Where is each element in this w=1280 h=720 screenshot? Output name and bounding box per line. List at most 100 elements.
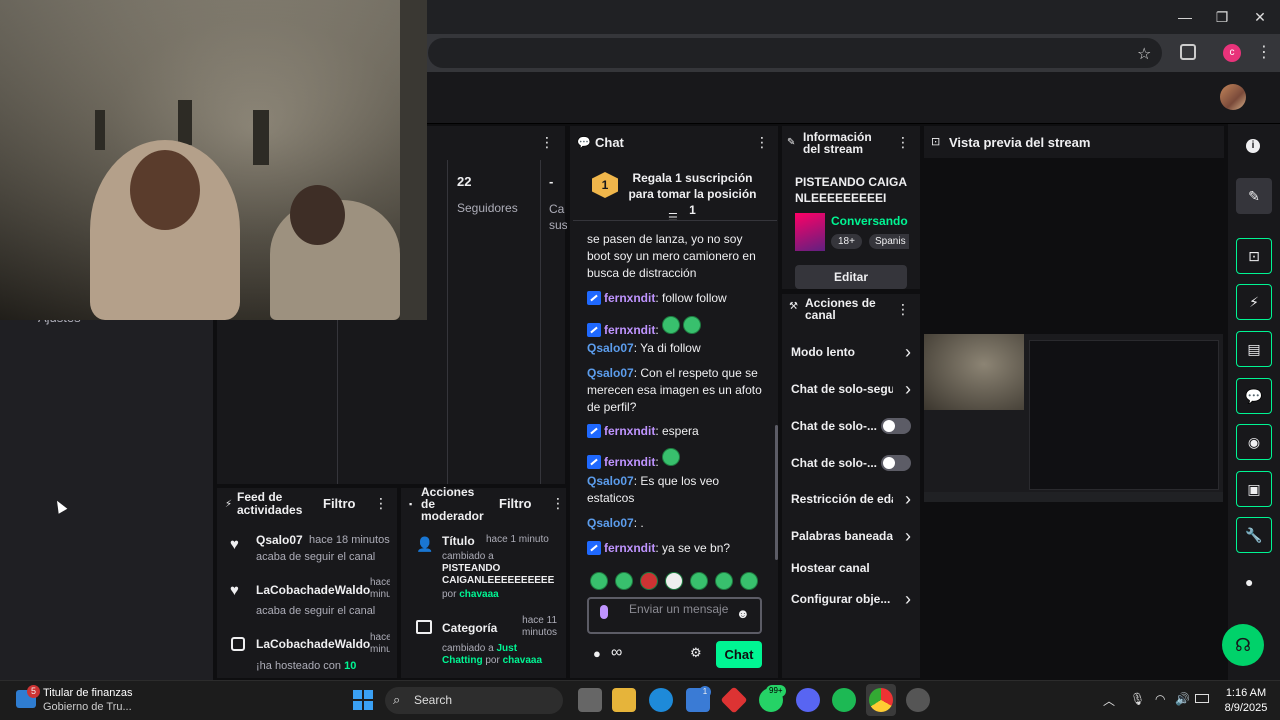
chat-username[interactable]: fernxndit [604, 424, 655, 438]
toggle-switch[interactable] [881, 455, 911, 471]
widget-title[interactable]: Titular de finanzas [43, 687, 132, 699]
wifi-icon[interactable]: ◠ [1155, 692, 1165, 706]
stream-tag[interactable]: Spanis [869, 234, 909, 249]
preview-icon: ⊡ [931, 136, 941, 148]
windows-start-icon[interactable] [353, 690, 373, 710]
chat-text: : follow follow [655, 291, 727, 305]
close-button[interactable]: ✕ [1245, 6, 1275, 28]
emoji-picker-icon[interactable]: ☻ [736, 606, 750, 621]
channel-points-icon[interactable]: ● [593, 646, 601, 661]
activity-user[interactable]: LaCobachadeWaldo [256, 637, 370, 651]
stream-category[interactable]: Conversando [831, 214, 908, 228]
taskbar-date[interactable]: 8/9/2025 [1222, 702, 1270, 714]
gift-sub-banner[interactable]: Regala 1 suscripción para tomar la posic… [625, 170, 760, 218]
action-slow-mode[interactable]: Modo lento › [791, 342, 911, 362]
activity-user[interactable]: LaCobachadeWaldo [256, 583, 370, 597]
user-avatar[interactable] [1220, 84, 1246, 110]
emote-icon[interactable] [715, 572, 733, 590]
whatsapp-badge: 99+ [766, 685, 786, 697]
emote-icon[interactable] [740, 572, 758, 590]
taskbar-search[interactable] [385, 687, 563, 714]
emote-icon[interactable] [590, 572, 608, 590]
maximize-button[interactable]: ❐ [1207, 6, 1237, 28]
taskbar-time[interactable]: 1:16 AM [1224, 687, 1268, 699]
activity-filter-button[interactable]: Filtro [323, 496, 356, 511]
activity-user[interactable]: Qsalo07 [256, 533, 303, 547]
spotify-icon[interactable] [832, 688, 856, 712]
expand-icon[interactable]: ☰ [668, 211, 678, 224]
edge-icon[interactable] [649, 688, 673, 712]
action-followers-only[interactable]: Chat de solo-segu › [791, 379, 911, 399]
heart-icon: ♥ [230, 536, 239, 553]
emote-icon[interactable] [665, 572, 683, 590]
task-view-icon[interactable] [578, 688, 602, 712]
volume-icon[interactable]: 🔊 [1175, 692, 1190, 706]
chat-send-button[interactable]: Chat [716, 641, 762, 668]
mod-item-time: hace 1 minuto [486, 534, 549, 545]
chat-more-icon[interactable]: ⋮ [755, 134, 769, 151]
chat-username[interactable]: fernxndit [604, 541, 655, 555]
mod-filter-button[interactable]: Filtro [499, 496, 532, 511]
emote-icon[interactable] [640, 572, 658, 590]
mic-tray-icon[interactable]: 🎙 [1130, 692, 1145, 706]
emote-icon[interactable] [690, 572, 708, 590]
mod-badge-icon [587, 541, 601, 555]
quick-stats-more-icon[interactable]: ⋮ [540, 134, 554, 151]
chat-text: : Ya di follow [633, 341, 701, 355]
broadcast-button[interactable]: ◉ [1236, 424, 1272, 460]
stream-info-more-icon[interactable]: ⋮ [896, 134, 910, 151]
action-age-restriction[interactable]: Restricción de eda › [791, 489, 911, 509]
chat-username[interactable]: Qsalo07 [587, 341, 634, 355]
minimize-button[interactable]: — [1170, 6, 1200, 28]
mic-icon[interactable] [600, 605, 608, 619]
emote-icon[interactable] [615, 572, 633, 590]
help-headset-button[interactable]: ☊ [1222, 624, 1264, 666]
info-icon[interactable]: i [1246, 139, 1260, 153]
edit-mode-button[interactable]: ✎ [1236, 178, 1272, 214]
chat-settings-gear-icon[interactable]: ⚙ [690, 645, 702, 661]
toggle-switch[interactable] [881, 418, 911, 434]
category-icon [416, 620, 432, 634]
mod-by-user[interactable]: chavaaa [459, 589, 498, 600]
mod-more-icon[interactable]: ⋮ [551, 495, 565, 512]
action-subs-only[interactable]: Chat de solo-... [791, 416, 911, 436]
chat-scrollbar[interactable] [775, 425, 778, 560]
chat-username[interactable]: fernxndit [604, 323, 655, 337]
extensions-icon[interactable] [1180, 44, 1196, 60]
address-bar[interactable] [428, 38, 1162, 68]
action-host-channel[interactable]: Hostear canal [791, 558, 911, 578]
edit-stream-button[interactable]: Editar [795, 265, 907, 289]
discord-icon[interactable] [796, 688, 820, 712]
bookmark-star-icon[interactable]: ☆ [1137, 44, 1151, 64]
channel-actions-more-icon[interactable]: ⋮ [896, 301, 910, 318]
profile-avatar[interactable]: c [1223, 44, 1241, 62]
channel-points-icon[interactable]: ● [1245, 574, 1253, 590]
chat-username[interactable]: fernxndit [604, 291, 655, 305]
obs-icon[interactable] [906, 688, 930, 712]
wrench-button[interactable]: 🔧 [1236, 517, 1272, 553]
notes-button[interactable]: ▤ [1236, 331, 1272, 367]
battery-icon[interactable] [1195, 694, 1209, 703]
stream-tag[interactable]: 18+ [831, 234, 862, 249]
mod-by-user[interactable]: chavaaa [503, 655, 542, 666]
action-configure-goal[interactable]: Configurar obje... › [791, 589, 911, 609]
tray-chevron-icon[interactable]: ︿ [1103, 692, 1115, 709]
file-explorer-icon[interactable] [612, 688, 636, 712]
chat-username[interactable]: Qsalo07 [587, 516, 634, 530]
chat-divider [573, 220, 777, 221]
stream-manager-button[interactable]: ▣ [1236, 471, 1272, 507]
clip-button[interactable]: ⊡ [1236, 238, 1272, 274]
action-emote-only[interactable]: Chat de solo-... [791, 453, 911, 473]
ad-lightning-button[interactable]: ⚡ [1236, 284, 1272, 320]
stream-preview-video[interactable] [924, 334, 1223, 502]
chat-username[interactable]: Qsalo07 [587, 366, 634, 380]
action-banned-words[interactable]: Palabras baneada › [791, 526, 911, 546]
activity-time: hace minu [370, 632, 390, 655]
menu-kebab-icon[interactable]: ⋮ [1256, 42, 1272, 62]
chrome-icon[interactable] [869, 688, 893, 712]
chat-username[interactable]: fernxndit [604, 455, 655, 469]
chat-popout-button[interactable]: 💬 [1236, 378, 1272, 414]
activity-more-icon[interactable]: ⋮ [374, 495, 388, 512]
lamp-shape [253, 110, 269, 165]
chat-username[interactable]: Qsalo07 [587, 474, 634, 488]
